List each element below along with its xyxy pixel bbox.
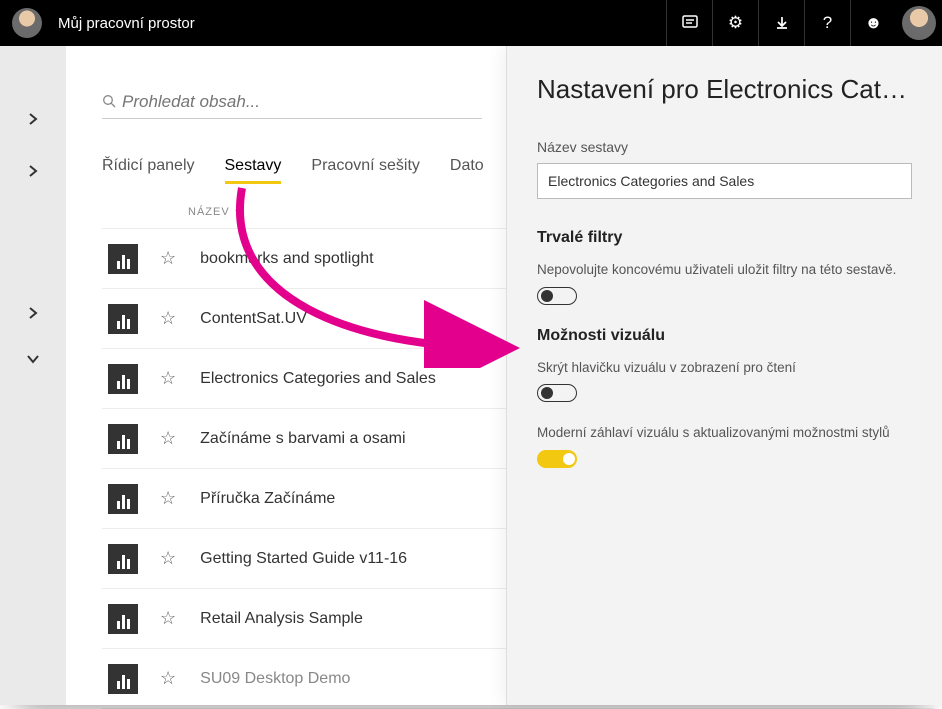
nav-rail <box>0 46 66 705</box>
report-icon <box>108 664 138 694</box>
search-box[interactable] <box>102 92 482 119</box>
tab-datasets[interactable]: Dato <box>450 157 484 184</box>
report-icon <box>108 304 138 334</box>
favorite-star-icon[interactable]: ☆ <box>160 248 176 269</box>
favorite-star-icon[interactable]: ☆ <box>160 668 176 689</box>
nav-item-2[interactable] <box>24 162 42 180</box>
header-icons: ⚙ ? ☻ <box>666 0 896 46</box>
sort-arrow-icon: ↑ <box>234 206 241 218</box>
nav-item-3[interactable] <box>24 304 42 322</box>
notifications-icon[interactable] <box>666 0 712 46</box>
report-icon <box>108 544 138 574</box>
report-icon <box>108 484 138 514</box>
gear-icon[interactable]: ⚙ <box>712 0 758 46</box>
report-name: Příručka Začínáme <box>200 490 335 508</box>
report-icon <box>108 244 138 274</box>
avatar[interactable] <box>12 8 42 38</box>
tab-reports[interactable]: Sestavy <box>225 157 282 184</box>
toggle-persistent-filters[interactable] <box>537 287 577 305</box>
tab-workbooks[interactable]: Pracovní sešity <box>311 157 419 184</box>
report-name-label: Název sestavy <box>537 139 912 155</box>
tab-dashboards[interactable]: Řídicí panely <box>102 157 195 184</box>
visual-desc-modern-header: Moderní záhlaví vizuálu s aktualizovaným… <box>537 424 912 442</box>
search-icon <box>102 94 116 111</box>
report-icon <box>108 424 138 454</box>
favorite-star-icon[interactable]: ☆ <box>160 368 176 389</box>
favorite-star-icon[interactable]: ☆ <box>160 608 176 629</box>
download-icon[interactable] <box>758 0 804 46</box>
report-icon <box>108 364 138 394</box>
workspace-title: Můj pracovní prostor <box>58 15 195 32</box>
report-icon <box>108 604 138 634</box>
section-persistent-filters: Trvalé filtry <box>537 229 912 247</box>
report-name: Začínáme s barvami a osami <box>200 430 405 448</box>
panel-title: Nastavení pro Electronics Cate... <box>537 74 912 105</box>
favorite-star-icon[interactable]: ☆ <box>160 488 176 509</box>
report-name: bookmarks and spotlight <box>200 250 373 268</box>
report-name: Electronics Categories and Sales <box>200 370 436 388</box>
topbar: Můj pracovní prostor ⚙ ? ☻ <box>0 0 942 46</box>
nav-item-1[interactable] <box>24 110 42 128</box>
section-visual-options: Možnosti vizuálu <box>537 327 912 345</box>
search-input[interactable] <box>122 92 482 112</box>
report-name: SU09 Desktop Demo <box>200 670 350 688</box>
report-name: ContentSat.UV <box>200 310 307 328</box>
favorite-star-icon[interactable]: ☆ <box>160 548 176 569</box>
toggle-modern-visual-header[interactable] <box>537 450 577 468</box>
help-icon[interactable]: ? <box>804 0 850 46</box>
report-name: Retail Analysis Sample <box>200 610 363 628</box>
nav-item-4-expanded[interactable] <box>24 350 42 368</box>
visual-desc-hide-header: Skrýt hlavičku vizuálu v zobrazení pro č… <box>537 359 912 377</box>
favorite-star-icon[interactable]: ☆ <box>160 308 176 329</box>
column-name-label: NÁZEV <box>188 206 230 218</box>
settings-panel: Nastavení pro Electronics Cate... Název … <box>506 46 942 705</box>
feedback-icon[interactable]: ☻ <box>850 0 896 46</box>
report-name: Getting Started Guide v11-16 <box>200 550 407 568</box>
report-name-input[interactable] <box>537 163 912 199</box>
toggle-hide-visual-header[interactable] <box>537 384 577 402</box>
favorite-star-icon[interactable]: ☆ <box>160 428 176 449</box>
user-avatar[interactable] <box>902 6 936 40</box>
filters-description: Nepovolujte koncovému uživateli uložit f… <box>537 261 912 279</box>
